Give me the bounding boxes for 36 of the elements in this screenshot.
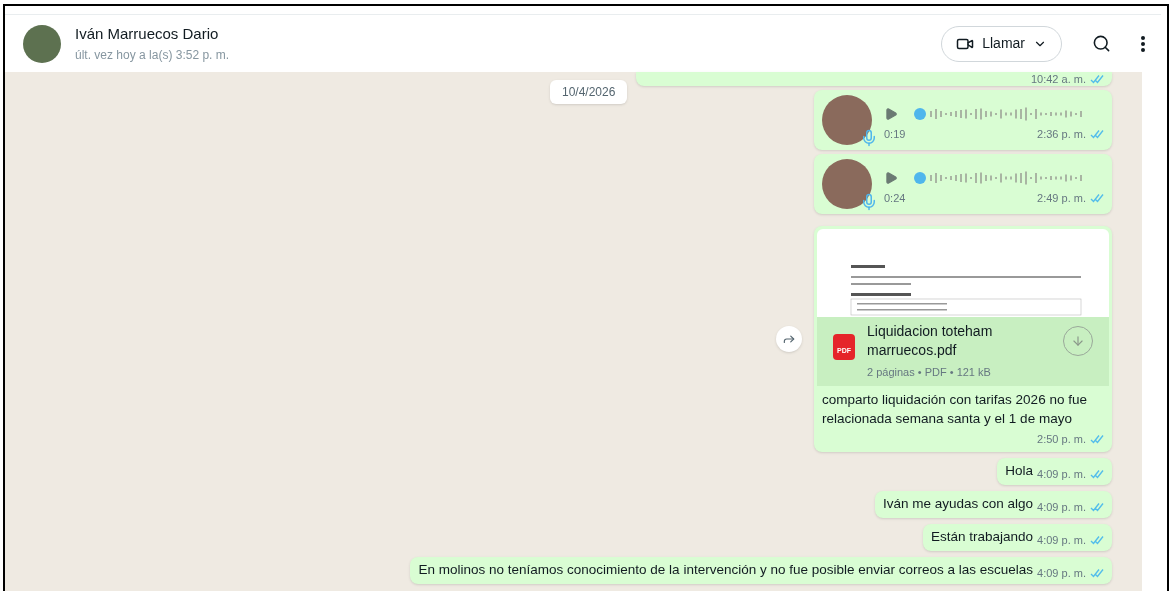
search-button[interactable] — [1092, 34, 1111, 53]
play-icon — [884, 106, 898, 121]
message-text: Están trabajando — [931, 528, 1034, 546]
play-button[interactable] — [884, 170, 898, 185]
play-button[interactable] — [884, 106, 898, 121]
forward-button[interactable] — [776, 326, 802, 352]
message-time: 4:09 p. m. — [1037, 532, 1086, 548]
avatar-placeholder — [822, 95, 872, 145]
message-time: 2:49 p. m. — [1037, 190, 1086, 206]
microphone-icon — [860, 193, 878, 211]
message-time: 4:09 p. m. — [1037, 565, 1086, 581]
voice-duration: 0:24 — [884, 190, 906, 206]
message-time: 2:36 p. m. — [1037, 126, 1086, 142]
download-icon — [1071, 334, 1085, 348]
search-icon — [1092, 34, 1111, 53]
forward-icon — [782, 332, 796, 346]
message-time: 2:50 p. m. — [1037, 431, 1086, 447]
contact-name: Iván Marruecos Dario — [75, 24, 220, 45]
message-time: 4:09 p. m. — [1037, 499, 1086, 515]
message-text: comparto liquidación con tarifas 2026 no fue relacionada semana santa y el 1 de mayo — [822, 390, 1088, 428]
play-icon — [884, 170, 898, 185]
date-chip: 10/4/2026 — [550, 80, 628, 104]
message-time: 10:42 a. m. — [1030, 73, 1086, 85]
menu-button[interactable] — [1141, 35, 1145, 52]
message-time: 4:09 p. m. — [1037, 466, 1086, 482]
voice-duration: 0:19 — [884, 126, 906, 142]
message-text: En molinos no teníamos conocimiento de la intervención y no fue posible enviar correos a las escuelas — [418, 561, 1034, 579]
last-seen-status: últ. vez hoy a la(s) 3:52 p. m. — [75, 46, 230, 64]
file-name: Liquidacion toteham marruecos.pdf — [867, 322, 994, 360]
message-text: Iván me ayudas con algo — [882, 495, 1034, 513]
message-text: Hola — [1005, 462, 1034, 480]
file-details: 2 páginas • PDF • 121 kB — [867, 365, 992, 380]
avatar-placeholder — [822, 159, 872, 209]
microphone-icon — [860, 129, 878, 147]
menu-icon — [1141, 35, 1145, 52]
contact-photo-placeholder — [23, 24, 61, 63]
